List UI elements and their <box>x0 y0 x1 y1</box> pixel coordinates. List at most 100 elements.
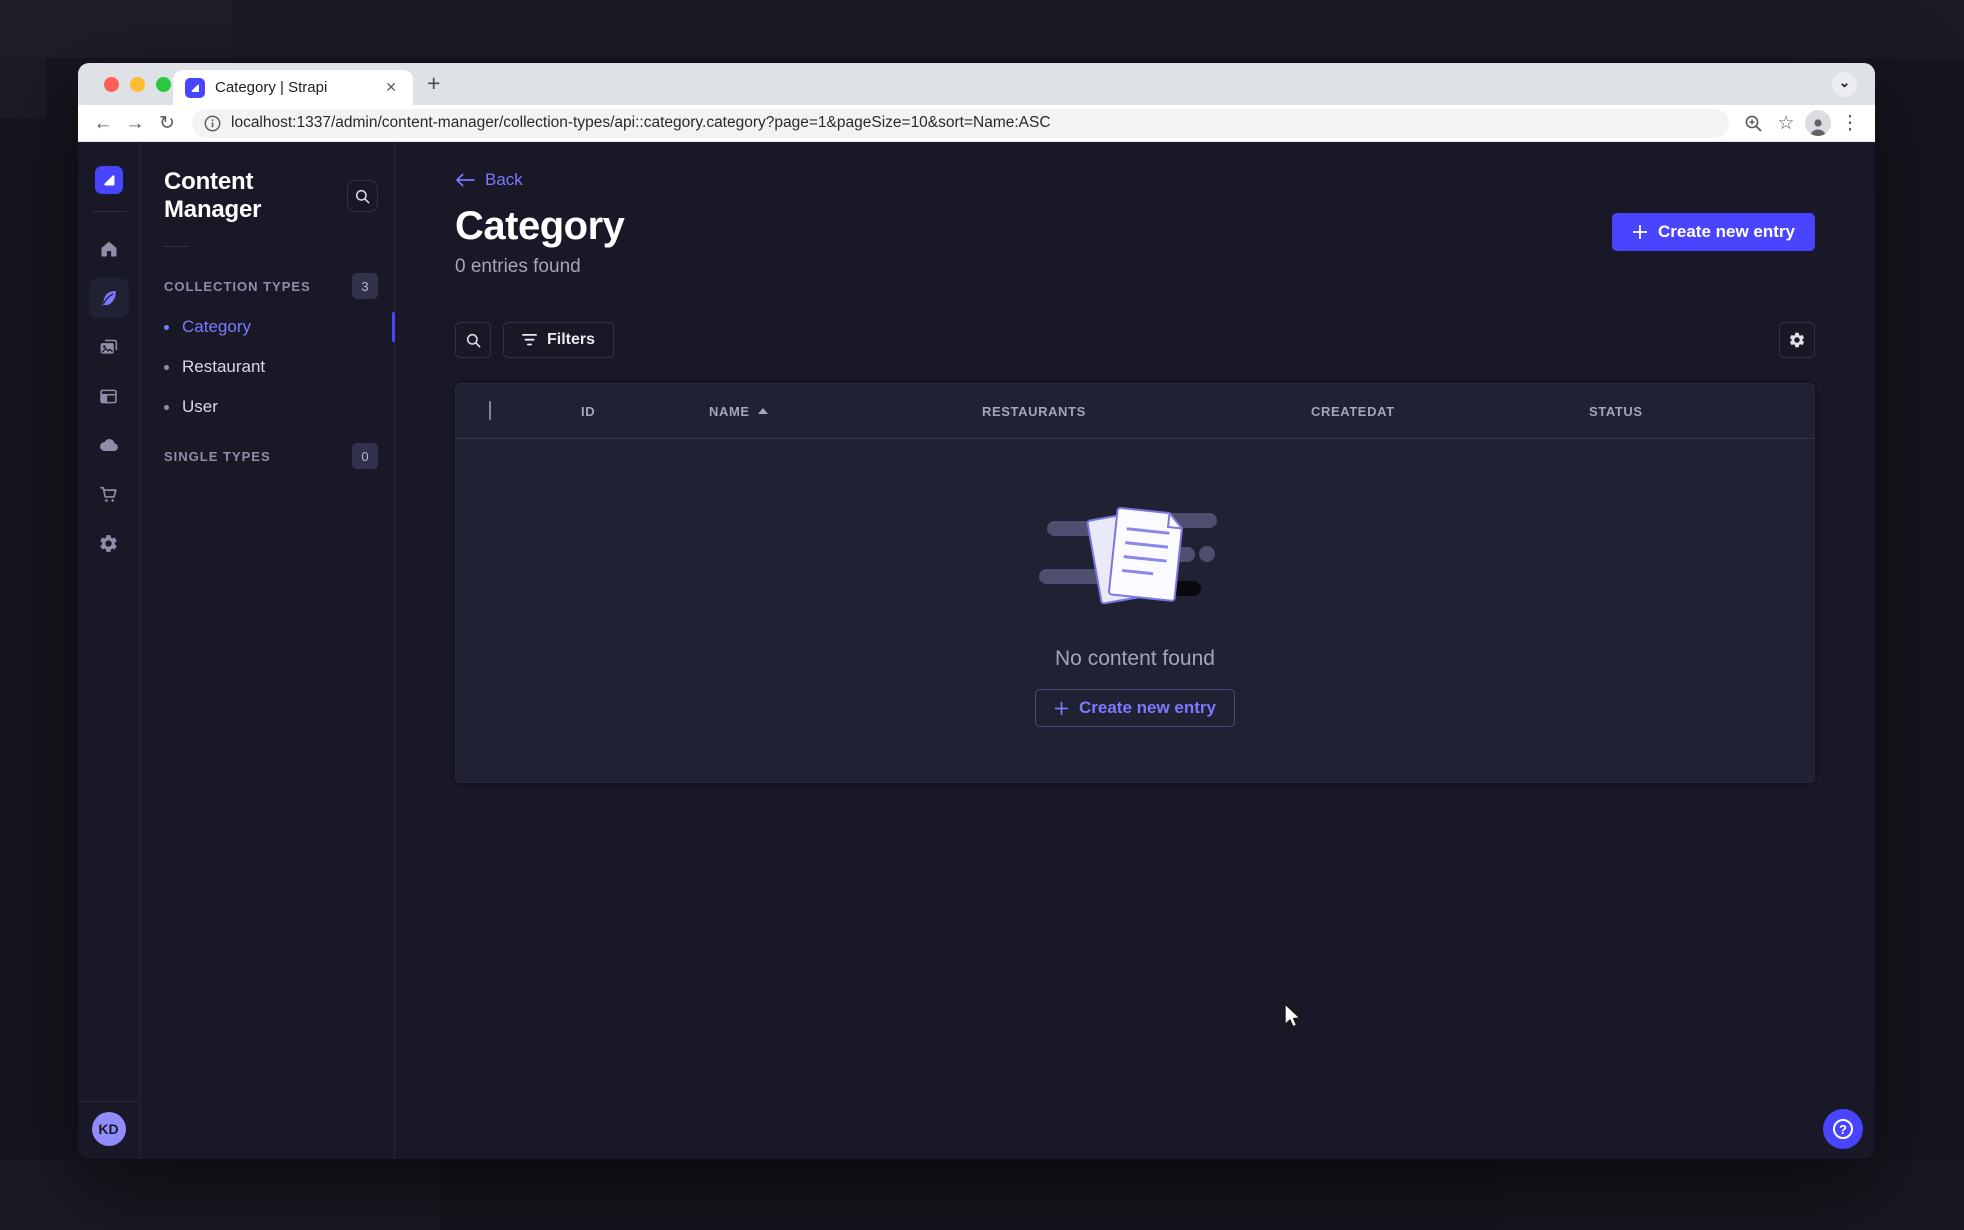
search-icon <box>356 189 370 203</box>
strapi-logo[interactable] <box>94 166 123 194</box>
subnav-item-user[interactable]: User <box>140 387 394 427</box>
shopping-cart-icon <box>100 486 117 502</box>
gear-icon <box>100 534 117 552</box>
reload-button[interactable]: ↻ <box>154 114 180 133</box>
back-label: Back <box>485 170 523 189</box>
filters-button[interactable]: Filters <box>503 322 615 358</box>
tab-close-icon[interactable]: ✕ <box>381 77 401 98</box>
select-all-checkbox[interactable] <box>489 401 491 420</box>
subnav-divider <box>164 246 188 247</box>
sidebar-item-media-library[interactable] <box>89 327 129 367</box>
bookmark-star-icon[interactable]: ☆ <box>1773 114 1799 133</box>
forward-button[interactable]: → <box>122 114 148 133</box>
main-content: Back Category 0 entries found Create new… <box>395 142 1875 1159</box>
view-settings-button[interactable] <box>1779 322 1815 358</box>
url-text: localhost:1337/admin/content-manager/col… <box>231 114 1051 131</box>
media-library-icon <box>100 339 118 354</box>
tab-title: Category | Strapi <box>215 79 328 96</box>
empty-documents-illustration <box>1039 507 1217 605</box>
single-types-count-badge: 0 <box>352 443 378 469</box>
navbar-divider <box>90 211 127 212</box>
arrow-left-icon <box>456 173 475 187</box>
column-header-status[interactable]: STATUS <box>1589 404 1814 419</box>
browser-toolbar: ← → ↻ localhost:1337/admin/content-manag… <box>78 105 1875 142</box>
desktop-wallpaper-block <box>0 0 1964 58</box>
collection-types-section-header: COLLECTION TYPES 3 <box>140 273 394 299</box>
sidebar-item-content-manager[interactable] <box>88 278 129 318</box>
filters-label: Filters <box>547 331 596 348</box>
sort-ascending-icon <box>757 408 768 414</box>
subnav-item-label: User <box>182 397 218 416</box>
url-bar[interactable]: localhost:1337/admin/content-manager/col… <box>192 108 1729 138</box>
collection-types-label: COLLECTION TYPES <box>164 278 311 294</box>
desktop-wallpaper-block <box>0 1160 440 1230</box>
person-icon <box>1810 119 1826 136</box>
subnav-item-restaurant[interactable]: Restaurant <box>140 347 394 387</box>
zoom-icon[interactable] <box>1741 113 1767 133</box>
browser-menu-kebab-icon[interactable]: ⋮ <box>1837 114 1863 133</box>
subnav-title: Content Manager <box>164 168 262 223</box>
create-new-entry-label: Create new entry <box>1658 222 1795 241</box>
strapi-admin-app: KD Content Manager COLLECTION TYPES 3 Ca… <box>78 142 1875 1159</box>
bullet-icon <box>164 324 169 330</box>
collection-types-list: Category Restaurant User <box>140 307 395 427</box>
list-search-button[interactable] <box>455 322 491 358</box>
sidebar-item-content-type-builder[interactable] <box>89 376 129 416</box>
empty-state: No content found Create new entry <box>456 439 1814 783</box>
sidebar-item-home[interactable] <box>89 229 129 269</box>
list-actions-row: Filters <box>455 322 1815 358</box>
close-window-button[interactable] <box>104 77 119 92</box>
single-types-section-header: SINGLE TYPES 0 <box>140 443 394 469</box>
empty-state-message: No content found <box>1055 647 1215 670</box>
subnav-search-button[interactable] <box>347 180 378 212</box>
minimize-window-button[interactable] <box>130 77 145 92</box>
navbar-footer: KD <box>78 1101 139 1159</box>
empty-create-entry-button[interactable]: Create new entry <box>1035 689 1235 727</box>
desktop-wallpaper-block <box>0 0 232 58</box>
plus-icon <box>1054 701 1069 715</box>
main-navbar: KD <box>78 142 140 1159</box>
sidebar-item-cloud[interactable] <box>89 425 129 465</box>
filter-icon <box>522 334 537 346</box>
user-avatar[interactable]: KD <box>91 1112 126 1146</box>
page-title: Category <box>455 204 625 248</box>
subnav-item-category[interactable]: Category <box>140 307 395 347</box>
back-link[interactable]: Back <box>455 170 523 190</box>
single-types-label: SINGLE TYPES <box>164 448 271 464</box>
browser-tab-strip: Category | Strapi ✕ + ⌄ <box>78 63 1875 105</box>
empty-create-entry-label: Create new entry <box>1079 698 1216 717</box>
new-tab-button[interactable]: + <box>427 70 440 97</box>
column-header-name[interactable]: NAME <box>709 404 982 419</box>
help-button[interactable]: ? <box>1823 1109 1863 1149</box>
maximize-window-button[interactable] <box>156 77 171 92</box>
entries-table-card: ID NAME RESTAURANTS CREATEDAT STATUS No … <box>455 383 1815 783</box>
layout-icon <box>100 389 117 403</box>
search-icon <box>466 333 480 347</box>
table-header-row: ID NAME RESTAURANTS CREATEDAT STATUS <box>456 384 1814 439</box>
site-info-icon[interactable] <box>204 115 221 132</box>
browser-profile-avatar[interactable] <box>1805 110 1831 136</box>
column-header-createdat[interactable]: CREATEDAT <box>1311 404 1589 419</box>
back-button[interactable]: ← <box>90 114 116 133</box>
tab-search-chevron-icon[interactable]: ⌄ <box>1832 72 1857 97</box>
browser-tab[interactable]: Category | Strapi ✕ <box>173 70 413 105</box>
collection-types-count-badge: 3 <box>352 273 378 299</box>
bullet-icon <box>164 404 169 410</box>
feather-pen-icon <box>102 290 116 305</box>
column-header-restaurants[interactable]: RESTAURANTS <box>982 404 1311 419</box>
subnav-item-label: Category <box>182 317 251 336</box>
cloud-icon <box>99 439 118 451</box>
question-mark-icon: ? <box>1833 1119 1853 1139</box>
gear-icon <box>1789 332 1805 348</box>
home-icon <box>101 241 116 257</box>
sidebar-item-settings[interactable] <box>89 523 129 563</box>
sidebar-item-marketplace[interactable] <box>89 474 129 514</box>
column-header-id[interactable]: ID <box>581 404 709 419</box>
create-new-entry-button[interactable]: Create new entry <box>1612 213 1815 251</box>
desktop-wallpaper-block <box>0 58 46 118</box>
bullet-icon <box>164 364 169 370</box>
mouse-cursor <box>1284 1003 1301 1028</box>
plus-icon <box>1633 225 1647 239</box>
browser-window: Category | Strapi ✕ + ⌄ ← → ↻ localhost:… <box>78 63 1875 1159</box>
strapi-favicon <box>185 77 205 98</box>
